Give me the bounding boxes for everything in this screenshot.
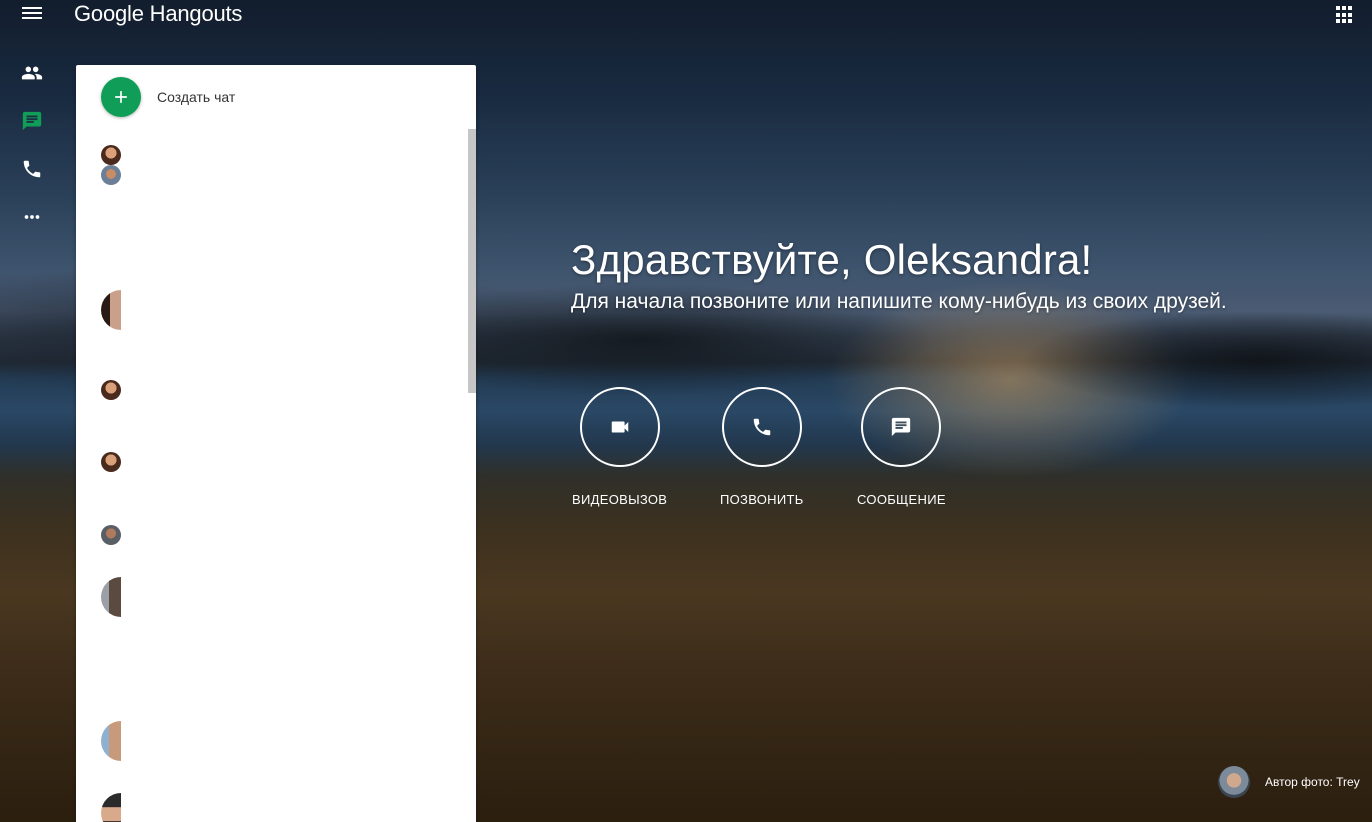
avatar xyxy=(101,452,121,472)
new-chat-button[interactable]: Создать чат xyxy=(101,77,235,117)
video-call-button[interactable]: ВИДЕОВЫЗОВ xyxy=(572,387,667,507)
message-button[interactable]: СООБЩЕНИЕ xyxy=(857,387,946,507)
avatar xyxy=(101,145,121,165)
list-item[interactable] xyxy=(76,135,468,195)
list-item[interactable] xyxy=(76,783,468,822)
avatar xyxy=(101,165,121,185)
list-item[interactable] xyxy=(76,442,468,482)
hangouts-app: Google Hangouts Создать чат Здравствуйте… xyxy=(0,0,1372,822)
list-item[interactable] xyxy=(76,515,468,555)
new-chat-label: Создать чат xyxy=(157,89,236,105)
welcome-section: Здравствуйте, Oleksandra! Для начала поз… xyxy=(571,236,1227,314)
avatar xyxy=(101,290,121,330)
add-icon xyxy=(101,77,141,117)
avatar xyxy=(101,380,121,400)
greeting-title: Здравствуйте, Oleksandra! xyxy=(571,236,1093,283)
main-menu-button[interactable] xyxy=(20,4,44,24)
more-horiz-icon xyxy=(24,215,40,219)
message-circle xyxy=(861,387,942,467)
message-icon xyxy=(892,417,911,437)
avatar xyxy=(101,525,121,545)
panel-scrollbar[interactable] xyxy=(468,129,476,393)
avatar xyxy=(101,793,121,822)
phone-icon xyxy=(753,418,771,436)
google-apps-icon[interactable] xyxy=(1336,6,1354,24)
phone-icon xyxy=(23,160,41,178)
photo-credit-text: Автор фото: Trey xyxy=(1265,775,1360,789)
rail-conversations-button[interactable] xyxy=(20,109,44,133)
call-button[interactable]: ПОЗВОНИТЬ xyxy=(720,387,804,507)
app-logo: Google Hangouts xyxy=(74,1,243,26)
chat-icon xyxy=(22,111,42,131)
list-item[interactable] xyxy=(76,370,468,410)
rail-phone-button[interactable] xyxy=(20,157,44,181)
call-circle xyxy=(721,387,802,467)
videocam-icon xyxy=(611,421,628,433)
video-call-label: ВИДЕОВЫЗОВ xyxy=(572,492,668,507)
message-label: СООБЩЕНИЕ xyxy=(857,492,946,507)
list-item[interactable] xyxy=(76,280,468,340)
rail-more-button[interactable] xyxy=(20,205,44,229)
conversations-panel: Создать чат xyxy=(76,65,476,822)
rail-contacts-button[interactable] xyxy=(20,61,44,85)
photographer-avatar xyxy=(1218,766,1250,798)
avatar xyxy=(101,721,121,761)
list-item[interactable] xyxy=(76,711,468,771)
list-item[interactable] xyxy=(76,567,468,627)
video-call-circle xyxy=(579,387,660,467)
greeting-subtitle: Для начала позвоните или напишите кому-н… xyxy=(571,290,1227,313)
call-label: ПОЗВОНИТЬ xyxy=(720,492,804,507)
avatar xyxy=(101,577,121,617)
people-icon xyxy=(21,66,43,80)
photo-credit[interactable]: Автор фото: Trey xyxy=(1218,766,1360,798)
